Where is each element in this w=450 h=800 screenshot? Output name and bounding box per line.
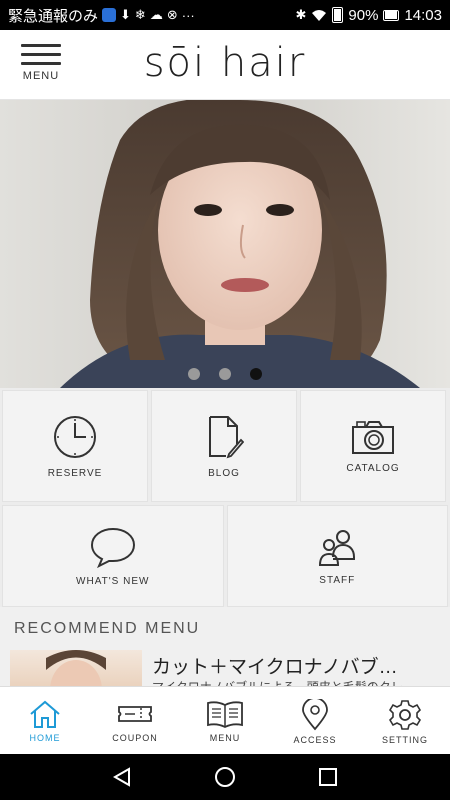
- recommend-thumbnail: [10, 650, 142, 690]
- battery-icon: [332, 7, 344, 23]
- tab-coupon[interactable]: COUPON: [90, 687, 180, 754]
- bottom-tab-bar: HOME COUPON MENU ACCESS SETTING: [0, 686, 450, 754]
- hero-portrait-image: [0, 100, 450, 388]
- staff-label: STAFF: [319, 574, 356, 586]
- tab-coupon-label: COUPON: [112, 733, 158, 743]
- gear-icon: [389, 700, 421, 730]
- tab-setting-label: SETTING: [381, 735, 428, 745]
- carousel-indicator: [0, 368, 450, 380]
- wifi-icon: [312, 10, 327, 21]
- hero-carousel[interactable]: [0, 100, 450, 388]
- document-edit-icon: [209, 415, 244, 458]
- carrier-text: 緊急通報のみ: [8, 7, 99, 25]
- home-icon: [30, 700, 60, 728]
- back-icon[interactable]: [111, 766, 133, 788]
- tab-home-label: HOME: [29, 733, 61, 743]
- clock-time: 14:03: [404, 6, 442, 24]
- whats-new-label: WHAT'S NEW: [76, 575, 150, 587]
- carousel-dot[interactable]: [188, 368, 200, 380]
- carousel-dot-active[interactable]: [250, 368, 262, 380]
- people-icon: [319, 529, 356, 566]
- catalog-label: CATALOG: [346, 462, 400, 474]
- catalog-tile[interactable]: CATALOG: [300, 390, 446, 502]
- tab-setting[interactable]: SETTING: [360, 687, 450, 754]
- system-nav-bar: [0, 754, 450, 800]
- ticket-icon: [118, 706, 152, 722]
- clock-icon: [54, 415, 96, 458]
- battery-charge-icon: [383, 9, 400, 21]
- tab-home[interactable]: HOME: [0, 687, 90, 754]
- status-bar: 緊急通報のみ ⬇ ❄ ☁ ⊗ ··· ✱ 90% 14:03: [0, 0, 450, 30]
- no-signal-icon: ⊗: [166, 7, 178, 22]
- map-pin-icon: [302, 699, 328, 731]
- recommend-section: RECOMMEND MENU カット＋マイクロナノバブ… マイクロナノバブルによ…: [0, 610, 450, 690]
- camera-icon: [352, 420, 394, 454]
- download-icon: ⬇: [120, 7, 131, 22]
- snowflake-icon: ❄: [134, 7, 146, 22]
- recommend-item-name: カット＋マイクロナノバブ…: [152, 657, 398, 678]
- carousel-dot[interactable]: [219, 368, 231, 380]
- app-header: MENU sōi hair: [0, 30, 450, 100]
- tab-menu[interactable]: MENU: [180, 687, 270, 754]
- recents-icon[interactable]: [317, 766, 339, 788]
- speech-bubble-icon: [90, 527, 135, 568]
- blog-label: BLOG: [208, 467, 240, 479]
- staff-tile[interactable]: STAFF: [226, 505, 448, 607]
- cloud-icon: ☁: [149, 7, 163, 22]
- feature-grid: RESERVE BLOG CATALOG WHAT'S NEW STAFF: [0, 388, 450, 607]
- brand-logo: sōi hair: [143, 40, 307, 86]
- book-icon: [207, 701, 243, 729]
- recommend-item[interactable]: カット＋マイクロナノバブ… マイクロナノバブルによる、頭皮と毛髪のクレ…: [10, 650, 450, 690]
- more-icon: ···: [181, 7, 195, 23]
- tab-access-label: ACCESS: [293, 735, 337, 745]
- recommend-title: RECOMMEND MENU: [14, 620, 201, 637]
- reserve-tile[interactable]: RESERVE: [2, 390, 148, 502]
- shield-badge-icon: [102, 8, 117, 22]
- tab-menu-label: MENU: [209, 733, 241, 743]
- tab-access[interactable]: ACCESS: [270, 687, 360, 754]
- blog-tile[interactable]: BLOG: [151, 390, 297, 502]
- whats-new-tile[interactable]: WHAT'S NEW: [2, 505, 224, 607]
- battery-percent: 90%: [348, 6, 379, 24]
- reserve-label: RESERVE: [47, 467, 103, 479]
- bluetooth-icon: ✱: [295, 7, 307, 22]
- home-nav-icon[interactable]: [214, 766, 236, 788]
